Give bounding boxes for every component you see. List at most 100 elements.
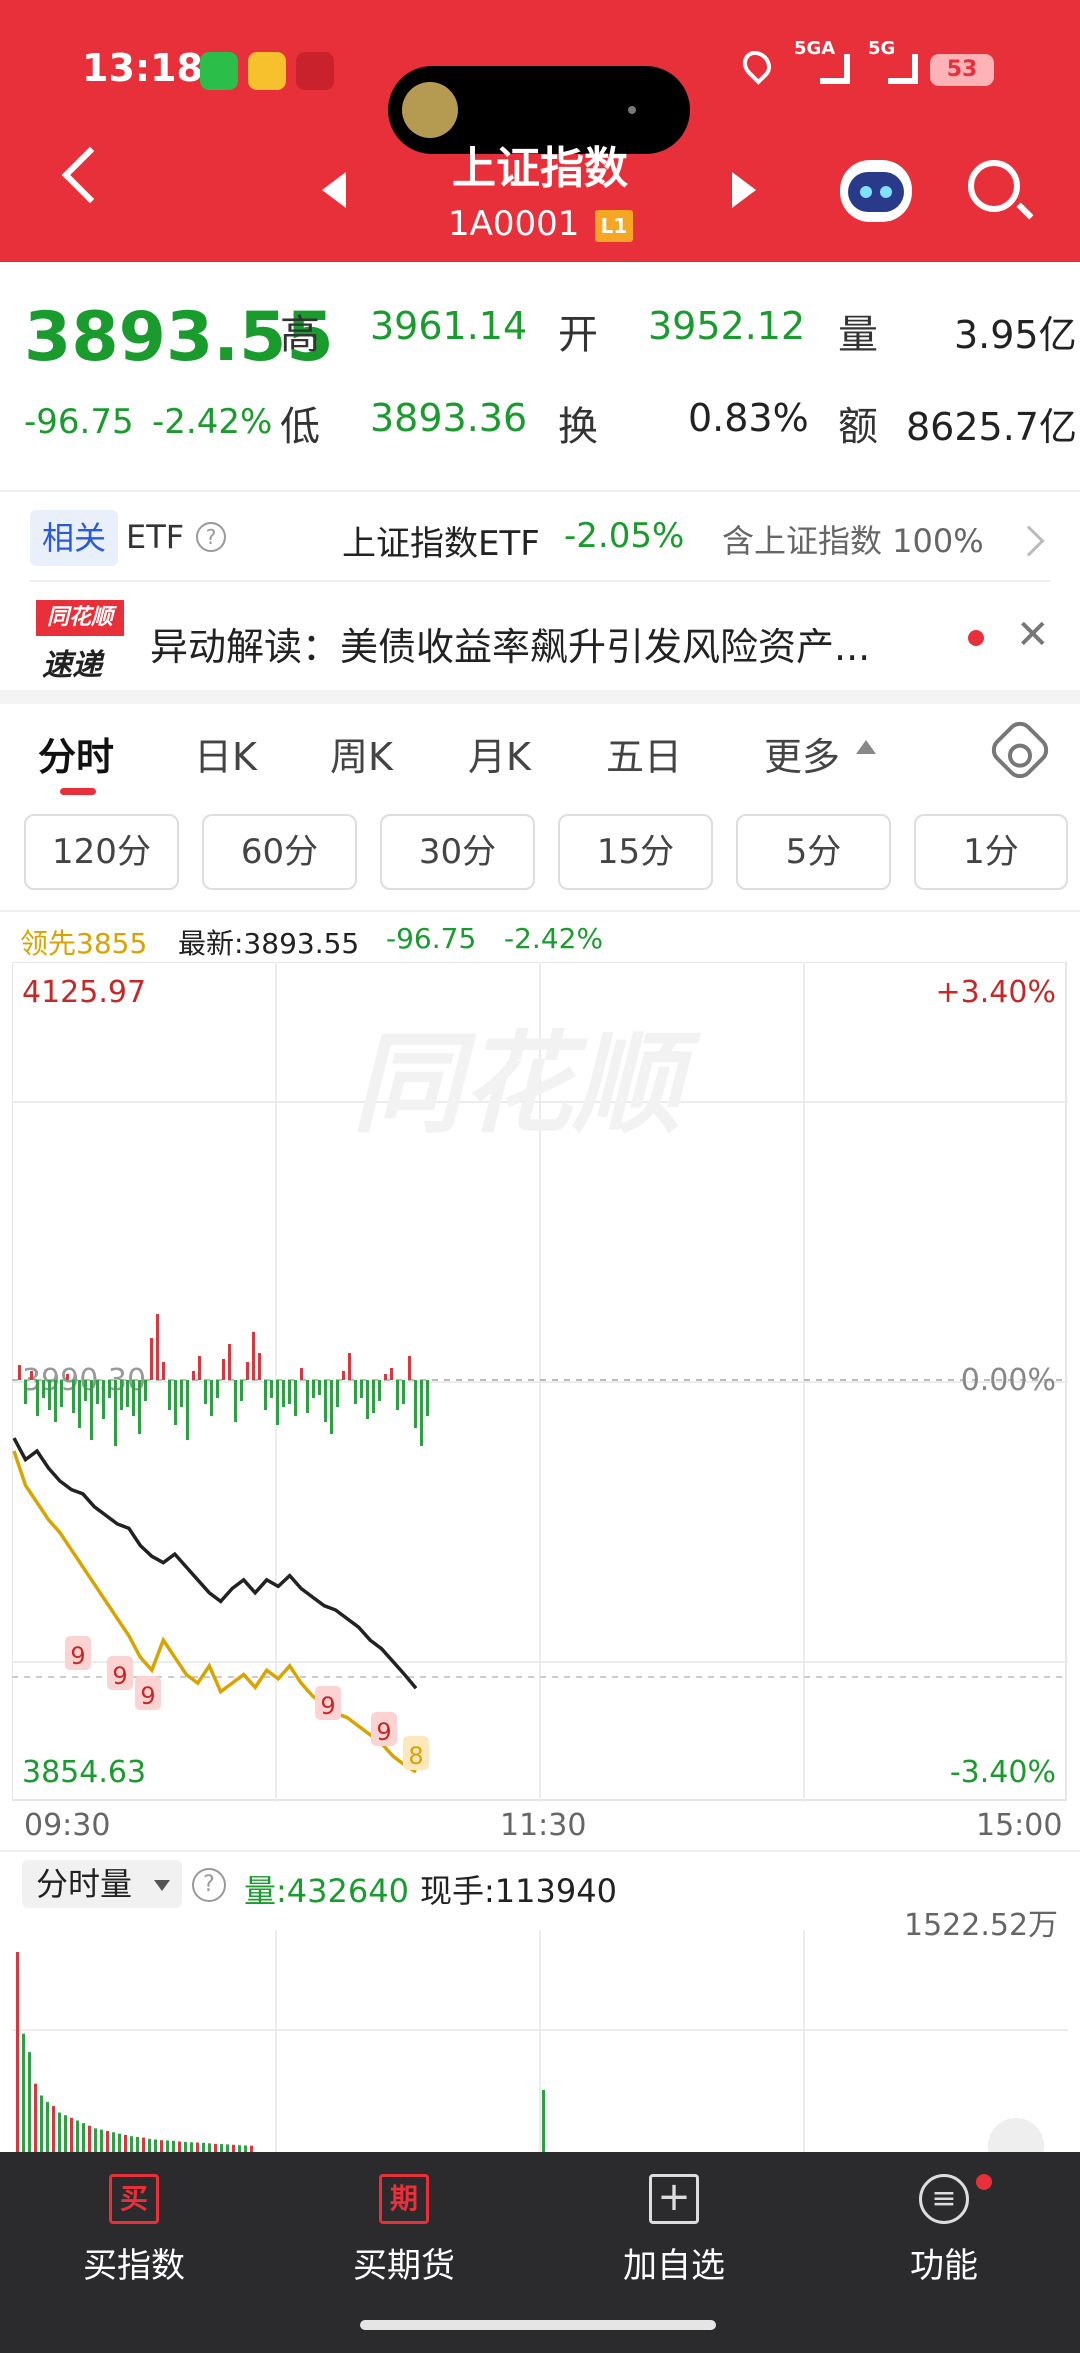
period-1min[interactable]: 1分 — [914, 814, 1068, 890]
bar-23 — [156, 1314, 159, 1380]
settings-icon[interactable] — [986, 716, 1054, 784]
vol-bar-1 — [22, 2033, 25, 2152]
news-logo: 同花顺 速递 — [36, 600, 124, 683]
bar-7 — [60, 1380, 63, 1407]
functions-button[interactable]: ≡ 功能 — [844, 2174, 1044, 2287]
vol-bar-0 — [16, 1952, 19, 2152]
help-icon[interactable]: ? — [196, 522, 226, 552]
vol-bar-10 — [76, 2120, 79, 2152]
vol-bar-22 — [148, 2138, 151, 2152]
tab-five-day[interactable]: 五日 — [606, 726, 682, 781]
vol-bar-30 — [196, 2142, 199, 2152]
vol-bar-28 — [184, 2142, 187, 2152]
bar-34 — [222, 1359, 225, 1380]
bar-16 — [114, 1380, 117, 1446]
vol-bar-14 — [100, 2129, 103, 2152]
bar-6 — [54, 1380, 57, 1422]
add-watchlist-label: 加自选 — [623, 2246, 725, 2286]
functions-label: 功能 — [910, 2246, 978, 2286]
bar-62 — [390, 1368, 393, 1380]
bar-31 — [204, 1380, 207, 1404]
chevron-right-icon[interactable] — [1013, 525, 1045, 557]
etf-holding-note: 含上证指数 100% — [722, 522, 984, 560]
back-arrow-icon[interactable] — [61, 146, 119, 204]
period-30min[interactable]: 30分 — [380, 814, 535, 890]
level-badge: L1 — [595, 210, 633, 242]
bar-52 — [330, 1380, 333, 1434]
bar-50 — [318, 1380, 321, 1395]
turnover-value: 0.83% — [688, 396, 809, 440]
next-index-icon[interactable] — [732, 172, 756, 208]
news-headline[interactable]: 异动解读：美债收益率飙升引发风险资产... — [150, 616, 870, 671]
divider — [0, 1850, 1080, 1852]
vol-bar-15 — [106, 2130, 109, 2152]
intraday-chart-svg: 同花顺4125.973854.63+3.40%0.00%-3.40%3990.3… — [11, 961, 1068, 1802]
bar-8 — [66, 1374, 69, 1380]
media-thumbnail — [402, 82, 458, 138]
signal-marker-0: 9 — [70, 1642, 85, 1670]
period-60min[interactable]: 60分 — [202, 814, 357, 890]
news-logo-top: 同花顺 — [36, 600, 124, 636]
vol-bar-34 — [220, 2144, 223, 2152]
signal-marker-4: 9 — [376, 1718, 391, 1746]
bar-9 — [72, 1380, 75, 1413]
pct-max-label: +3.40% — [936, 975, 1056, 1010]
bar-12 — [90, 1380, 93, 1440]
bar-24 — [162, 1362, 165, 1380]
vol-bar-6 — [52, 2106, 55, 2152]
bar-58 — [366, 1380, 369, 1419]
bar-18 — [126, 1380, 129, 1407]
vol-bar-27 — [178, 2141, 181, 2152]
bar-25 — [168, 1380, 171, 1410]
tab-weekly-k[interactable]: 周K — [330, 726, 393, 781]
volume-help-icon[interactable]: ? — [192, 1868, 226, 1902]
period-15min[interactable]: 15分 — [558, 814, 713, 890]
vol-bar-9 — [70, 2117, 73, 2152]
notification-dot — [976, 2174, 992, 2190]
vol-bar-37 — [238, 2145, 241, 2152]
tab-intraday[interactable]: 分时 — [38, 726, 114, 781]
volume-type-dropdown[interactable]: 分时量 — [22, 1860, 182, 1908]
robot-assistant-icon[interactable] — [840, 160, 912, 222]
bar-55 — [348, 1353, 351, 1380]
related-tag: 相关 — [30, 510, 118, 566]
price-change: -96.75 — [24, 402, 134, 442]
etf-name: 上证指数ETF — [342, 524, 540, 564]
lead-indicator: 领先3855 — [20, 927, 148, 960]
period-5min[interactable]: 5分 — [736, 814, 891, 890]
high-label: 高 — [280, 312, 320, 358]
caret-up-icon — [856, 740, 876, 754]
close-icon[interactable]: ✕ — [1016, 612, 1050, 658]
tab-more[interactable]: 更多 — [764, 726, 840, 781]
vol-bar-5 — [46, 2102, 49, 2152]
buy-futures-button[interactable]: 期 买期货 — [304, 2174, 504, 2287]
bar-22 — [150, 1338, 153, 1380]
bar-15 — [108, 1380, 111, 1398]
bar-40 — [258, 1353, 261, 1380]
bar-33 — [216, 1380, 219, 1398]
volume-chart[interactable] — [12, 1930, 1068, 2152]
page-title: 上证指数 — [452, 143, 628, 194]
bar-43 — [276, 1380, 279, 1425]
add-watchlist-button[interactable]: + 加自选 — [574, 2174, 774, 2287]
tab-daily-k[interactable]: 日K — [194, 726, 257, 781]
vol-bar-16 — [112, 2132, 115, 2152]
vol-bar-spike — [542, 2090, 545, 2152]
status-bar: 13:18 5GA 5G 53 — [0, 38, 1080, 154]
period-120min[interactable]: 120分 — [24, 814, 179, 890]
intraday-chart[interactable]: 同花顺4125.973854.63+3.40%0.00%-3.40%3990.3… — [11, 961, 1068, 1802]
latest-change: -96.75 — [386, 922, 477, 955]
buy-index-button[interactable]: 买 买指数 — [34, 2174, 234, 2287]
bar-38 — [246, 1362, 249, 1380]
bar-51 — [324, 1380, 327, 1422]
search-icon[interactable] — [968, 160, 1020, 212]
bar-29 — [192, 1371, 195, 1380]
bar-35 — [228, 1344, 231, 1380]
bar-3 — [36, 1380, 39, 1416]
wechat-icon — [200, 52, 238, 90]
active-tab-indicator — [60, 788, 96, 795]
tab-monthly-k[interactable]: 月K — [468, 726, 531, 781]
price-change-pct: -2.42% — [152, 402, 273, 442]
low-label: 低 — [280, 404, 320, 450]
bar-2 — [30, 1371, 33, 1380]
